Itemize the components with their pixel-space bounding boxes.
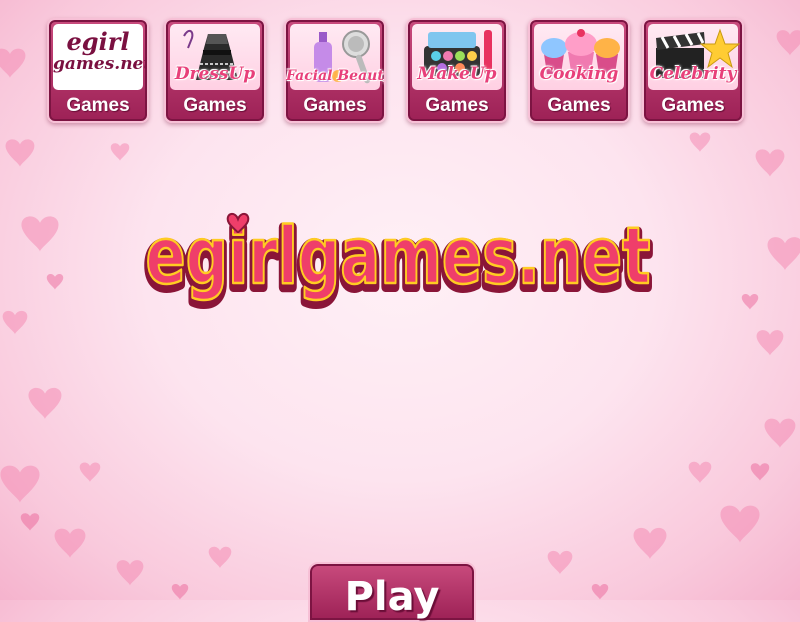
egirlgames-home-tile[interactable]: egirl games.net Games [47,18,149,123]
tile-category-name: DressUp [174,64,256,84]
facial-beauty-games-tile[interactable]: Facial Beauty Games [284,18,386,123]
tile-label: Games [183,95,247,116]
celebrity-games-tile[interactable]: Celebrity Games [642,18,744,123]
logo-text: egirlgames.net [146,212,651,302]
tile-label: Games [547,95,611,116]
tile-category-name: Cooking [539,64,619,84]
site-logo: egirlgames.net egirlgames.net [141,211,656,311]
game-category-nav: egirl games.net Games DressUp Games Faci… [47,18,747,128]
play-button[interactable]: Play [308,562,476,622]
brand-line1: egirl [66,27,130,56]
tile-label: Games [661,95,725,116]
cooking-games-tile[interactable]: Cooking Games [528,18,630,123]
brand-logo-panel: egirl games.net [53,24,149,90]
play-button-label: Play [344,574,440,620]
tile-category-name: Celebrity [649,64,737,84]
tile-category-name: MakeUp [417,64,497,84]
tile-label: Games [303,95,367,116]
brand-logo-text: egirl games.net [53,27,149,74]
brand-line2: games.net [53,54,149,74]
dressup-games-tile[interactable]: DressUp Games [164,18,266,123]
tile-label: Games [66,95,130,116]
tile-category-name: Facial Beauty [286,68,386,84]
makeup-games-tile[interactable]: MakeUp Games [406,18,508,123]
tile-label: Games [425,95,489,116]
